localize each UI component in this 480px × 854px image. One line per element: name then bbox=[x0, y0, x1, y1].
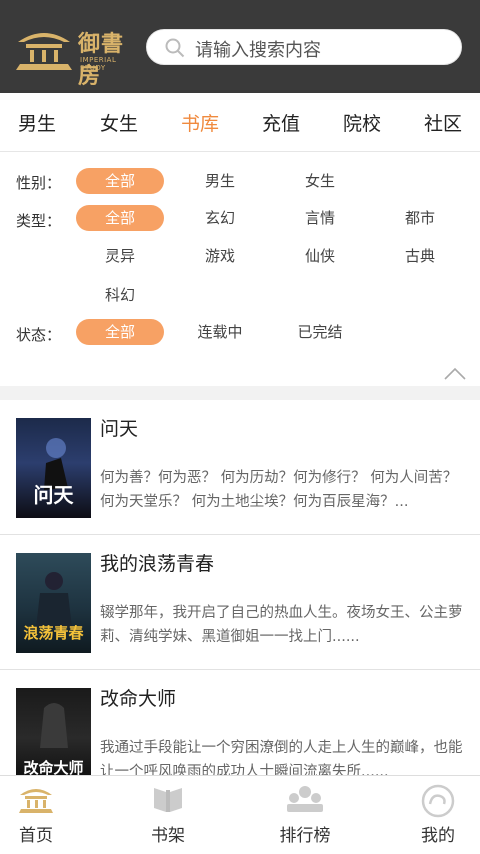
tab-ranking[interactable]: 排行榜 bbox=[255, 776, 355, 854]
book-description: 辍学那年，我开启了自己的热血人生。夜场女王、公主萝莉、清纯学妹、黑道御姐一一找上… bbox=[100, 605, 463, 645]
app-logo[interactable]: 御書房 IMPERIAL STUDY bbox=[14, 22, 138, 89]
book-title: 问天 bbox=[100, 418, 139, 440]
status-label: 状态： bbox=[16, 326, 62, 344]
tab-home-label: 首页 bbox=[19, 826, 53, 846]
nav-item-community[interactable]: 社区 bbox=[424, 109, 462, 136]
search-icon bbox=[165, 38, 185, 58]
search-input[interactable]: 请输入搜索内容 bbox=[146, 29, 462, 65]
type-option-supernatural[interactable]: 灵异 bbox=[76, 243, 164, 269]
status-option-ongoing[interactable]: 连载中 bbox=[176, 319, 264, 345]
palace-logo-icon bbox=[16, 33, 72, 70]
bottom-tab-bar: 首页 书架 排行榜 我的 bbox=[0, 775, 480, 854]
book-cover-title: 问天 bbox=[33, 483, 74, 507]
bookshelf-icon bbox=[154, 788, 182, 812]
tab-profile-label: 我的 bbox=[421, 826, 455, 846]
type-option-scifi[interactable]: 科幻 bbox=[76, 282, 164, 308]
gender-option-female[interactable]: 女生 bbox=[276, 168, 364, 194]
nav-item-college[interactable]: 院校 bbox=[343, 109, 381, 136]
status-option-all[interactable]: 全部 bbox=[76, 319, 164, 345]
book-cover: 浪荡青春 bbox=[16, 553, 91, 653]
type-option-classic[interactable]: 古典 bbox=[376, 243, 464, 269]
nav-item-male[interactable]: 男生 bbox=[18, 109, 56, 136]
type-option-xianxia[interactable]: 仙侠 bbox=[276, 243, 364, 269]
type-option-urban[interactable]: 都市 bbox=[376, 205, 464, 231]
tab-profile[interactable]: 我的 bbox=[388, 776, 480, 854]
book-item[interactable]: 浪荡青春 我的浪荡青春 辍学那年，我开启了自己的热血人生。夜场女王、公主萝莉、清… bbox=[0, 535, 480, 670]
book-cover: 问天 bbox=[16, 418, 91, 518]
profile-icon bbox=[421, 784, 455, 818]
gender-label: 性别： bbox=[16, 174, 62, 192]
tab-bookshelf-label: 书架 bbox=[151, 826, 185, 846]
type-option-game[interactable]: 游戏 bbox=[176, 243, 264, 269]
search-placeholder: 请输入搜索内容 bbox=[195, 40, 321, 61]
type-option-romance[interactable]: 言情 bbox=[276, 205, 364, 231]
nav-item-female[interactable]: 女生 bbox=[100, 109, 138, 136]
app-header: 御書房 IMPERIAL STUDY 请输入搜索内容 bbox=[0, 0, 480, 93]
type-option-all[interactable]: 全部 bbox=[76, 205, 164, 231]
nav-item-recharge[interactable]: 充值 bbox=[262, 109, 300, 136]
book-item[interactable]: 改命大师 改命大师 我通过手段能让一个穷困潦倒的人走上人生的巅峰，也能让一个呼风… bbox=[0, 670, 480, 775]
filter-panel: 性别： 全部 男生 女生 类型： 全部 玄幻 言情 都市 灵异 游戏 仙侠 古典… bbox=[0, 152, 480, 386]
book-list: 问天 问天 何为善？何为恶？ 何为历劫？何为修行？ 何为人间苦？何为天堂乐？ 何… bbox=[0, 400, 480, 775]
status-option-completed[interactable]: 已完结 bbox=[276, 319, 364, 345]
category-nav: 男生 女生 书库 充值 院校 社区 bbox=[0, 93, 480, 152]
tab-home[interactable]: 首页 bbox=[0, 776, 86, 854]
book-description: 我通过手段能让一个穷困潦倒的人走上人生的巅峰，也能让一个呼风唤雨的成功人士瞬间流… bbox=[100, 740, 463, 775]
logo-subtitle: IMPERIAL STUDY bbox=[80, 56, 117, 72]
book-description: 何为善？何为恶？ 何为历劫？何为修行？ 何为人间苦？何为天堂乐？ 何为土地尘埃？… bbox=[100, 470, 458, 510]
ranking-icon bbox=[287, 786, 323, 812]
book-cover-title: 浪荡青春 bbox=[23, 624, 84, 642]
gender-option-all[interactable]: 全部 bbox=[76, 168, 164, 194]
nav-item-library[interactable]: 书库 bbox=[181, 109, 219, 136]
book-item[interactable]: 问天 问天 何为善？何为恶？ 何为历劫？何为修行？ 何为人间苦？何为天堂乐？ 何… bbox=[0, 400, 480, 535]
tab-ranking-label: 排行榜 bbox=[279, 826, 331, 846]
type-label: 类型： bbox=[16, 212, 62, 230]
book-title: 改命大师 bbox=[100, 688, 177, 710]
book-title: 我的浪荡青春 bbox=[100, 553, 215, 575]
gender-option-male[interactable]: 男生 bbox=[176, 168, 264, 194]
tab-bookshelf[interactable]: 书架 bbox=[118, 776, 218, 854]
book-cover-title: 改命大师 bbox=[23, 759, 84, 775]
home-palace-icon bbox=[19, 789, 53, 813]
book-cover: 改命大师 bbox=[16, 688, 91, 775]
type-option-xuanhuan[interactable]: 玄幻 bbox=[176, 205, 264, 231]
chevron-up-icon[interactable] bbox=[444, 366, 466, 380]
